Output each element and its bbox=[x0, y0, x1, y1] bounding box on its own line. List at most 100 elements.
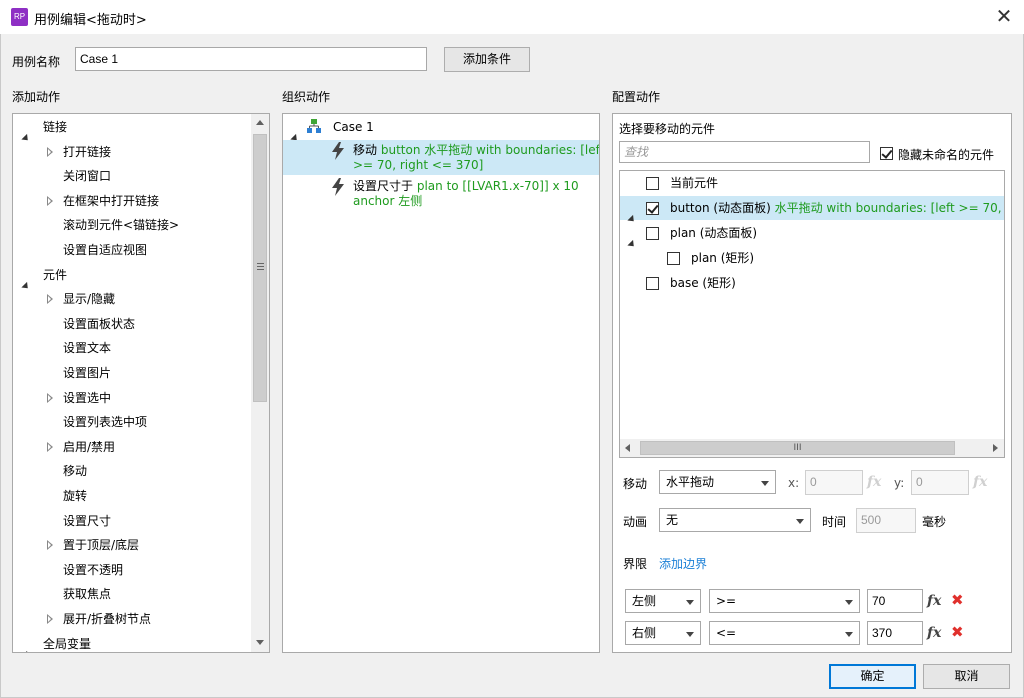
organize-actions-panel: Case 1 移动 button 水平拖动 with boundaries: [… bbox=[282, 113, 600, 653]
add-action-item[interactable]: 展开/折叠树节点 bbox=[13, 607, 249, 631]
delete-bound-icon[interactable]: ✖ bbox=[951, 591, 964, 609]
widget-row-selected[interactable]: button (动态面板) 水平拖动 with boundaries: [lef… bbox=[620, 196, 1004, 225]
add-action-item[interactable]: 获取焦点 bbox=[13, 582, 249, 606]
bound-side-select[interactable]: 右侧 bbox=[625, 621, 701, 645]
add-action-item[interactable]: 滚动到元件<锚链接> bbox=[13, 213, 249, 237]
bound-side-select[interactable]: 左侧 bbox=[625, 589, 701, 613]
time-input[interactable]: 500 bbox=[856, 508, 916, 533]
widget-name: plan (矩形) bbox=[691, 251, 755, 265]
x-input[interactable]: 0 bbox=[805, 470, 863, 495]
widget-row[interactable]: base (矩形) bbox=[620, 271, 1004, 295]
add-action-item[interactable]: 全局变量 bbox=[13, 632, 249, 652]
add-action-item[interactable]: 旋转 bbox=[13, 484, 249, 508]
bound-fx-button[interactable]: fx bbox=[927, 593, 941, 609]
scroll-right-icon[interactable] bbox=[993, 444, 998, 452]
widget-row[interactable]: 当前元件 bbox=[620, 171, 1004, 195]
collapsed-triangle-icon[interactable] bbox=[47, 540, 53, 551]
add-action-item[interactable]: 设置尺寸 bbox=[13, 509, 249, 533]
chevron-down-icon bbox=[845, 632, 853, 637]
chevron-down-icon bbox=[686, 600, 694, 605]
add-action-item[interactable]: 链接 bbox=[13, 115, 249, 144]
add-action-item[interactable]: 关闭窗口 bbox=[13, 164, 249, 188]
add-action-item[interactable]: 设置列表选中项 bbox=[13, 410, 249, 434]
add-action-item[interactable]: 打开链接 bbox=[13, 140, 249, 164]
add-action-item[interactable]: 设置文本 bbox=[13, 336, 249, 360]
animation-select[interactable]: 无 bbox=[659, 508, 811, 532]
scroll-thumb[interactable] bbox=[253, 134, 267, 402]
chevron-down-icon bbox=[686, 632, 694, 637]
animation-label: 动画 bbox=[623, 515, 648, 529]
bound-value-input[interactable]: 370 bbox=[867, 621, 923, 645]
collapsed-triangle-icon[interactable] bbox=[47, 614, 53, 624]
add-actions-panel: 链接 打开链接关闭窗口在框架中打开链接滚动到元件<锚链接> 设置自适应视图元件 显示/… bbox=[12, 113, 270, 653]
widget-checkbox[interactable] bbox=[667, 252, 680, 265]
lightning-icon bbox=[332, 142, 344, 160]
widget-row[interactable]: plan (动态面板) bbox=[620, 221, 1004, 250]
widget-search-input[interactable]: 查找 bbox=[619, 141, 870, 163]
scroll-down-icon[interactable] bbox=[256, 640, 264, 645]
y-input[interactable]: 0 bbox=[911, 470, 969, 495]
collapsed-triangle-icon[interactable] bbox=[47, 294, 53, 305]
action-detail-cont: anchor 左侧 bbox=[353, 194, 423, 208]
scroll-up-icon[interactable] bbox=[256, 120, 264, 125]
add-action-item[interactable]: 在框架中打开链接 bbox=[13, 189, 249, 213]
widget-name: button (动态面板) bbox=[670, 201, 771, 215]
case-name-input[interactable]: Case 1 bbox=[75, 47, 427, 71]
action-item-move[interactable]: 移动 button 水平拖动 with boundaries: [left >=… bbox=[283, 140, 599, 175]
add-action-item[interactable]: 设置选中 bbox=[13, 386, 249, 410]
collapsed-triangle-icon[interactable] bbox=[47, 441, 53, 452]
hscroll-thumb[interactable]: III bbox=[640, 441, 955, 455]
add-action-item[interactable]: 移动 bbox=[13, 459, 249, 483]
case-node[interactable]: Case 1 bbox=[283, 115, 599, 144]
add-action-item[interactable]: 设置图片 bbox=[13, 361, 249, 385]
add-action-item[interactable]: 元件 bbox=[13, 263, 249, 291]
bound-operator-select[interactable]: >= bbox=[709, 589, 860, 613]
expand-triangle-icon[interactable] bbox=[21, 642, 31, 652]
widget-checkbox[interactable] bbox=[646, 202, 659, 215]
chevron-down-icon bbox=[796, 519, 804, 524]
add-action-label: 滚动到元件<锚链接> bbox=[63, 218, 180, 233]
add-action-label: 旋转 bbox=[63, 489, 88, 503]
add-actions-scrollbar[interactable] bbox=[251, 114, 269, 652]
widget-checkbox[interactable] bbox=[646, 277, 659, 290]
hide-unnamed-checkbox[interactable] bbox=[880, 147, 893, 160]
collapsed-triangle-icon[interactable] bbox=[47, 392, 53, 403]
case-name-label: 用例名称 bbox=[12, 55, 61, 69]
move-type-select[interactable]: 水平拖动 bbox=[659, 470, 776, 494]
y-fx-button[interactable]: fx bbox=[973, 474, 987, 490]
widget-row[interactable]: plan (矩形) bbox=[620, 246, 1004, 270]
add-condition-button[interactable]: 添加条件 bbox=[444, 47, 530, 72]
add-bound-link[interactable]: 添加边界 bbox=[659, 555, 707, 572]
organize-actions-header: 组织动作 bbox=[282, 90, 331, 104]
widget-name: base (矩形) bbox=[670, 276, 736, 290]
action-item-resize[interactable]: 设置尺寸于 plan to [[LVAR1.x-70]] x 10 anchor… bbox=[283, 176, 599, 211]
add-action-label: 设置自适应视图 bbox=[63, 243, 148, 257]
title-bar[interactable] bbox=[0, 0, 1024, 34]
collapsed-triangle-icon[interactable] bbox=[47, 146, 53, 157]
widget-checkbox[interactable] bbox=[646, 177, 659, 190]
cancel-button[interactable]: 取消 bbox=[923, 664, 1010, 689]
close-icon[interactable]: ✕ bbox=[993, 5, 1015, 27]
bound-fx-button[interactable]: fx bbox=[927, 625, 941, 641]
add-action-label: 在框架中打开链接 bbox=[63, 193, 160, 208]
collapsed-triangle-icon[interactable] bbox=[47, 195, 53, 206]
ok-button[interactable]: 确定 bbox=[829, 664, 916, 689]
bound-value-input[interactable]: 70 bbox=[867, 589, 923, 613]
bound-operator-value: <= bbox=[716, 626, 737, 640]
window-title: 用例编辑<拖动时> bbox=[34, 13, 147, 28]
scroll-left-icon[interactable] bbox=[625, 444, 630, 452]
x-fx-button[interactable]: fx bbox=[867, 474, 881, 490]
delete-bound-icon[interactable]: ✖ bbox=[951, 623, 964, 641]
add-action-item[interactable]: 设置不透明 bbox=[13, 558, 249, 582]
move-label: 移动 bbox=[623, 477, 648, 491]
add-action-label: 打开链接 bbox=[63, 144, 112, 159]
add-action-item[interactable]: 设置自适应视图 bbox=[13, 238, 249, 262]
add-action-item[interactable]: 显示/隐藏 bbox=[13, 287, 249, 311]
add-action-item[interactable]: 设置面板状态 bbox=[13, 312, 249, 336]
add-action-item[interactable]: 启用/禁用 bbox=[13, 435, 249, 459]
widget-list-hscrollbar[interactable]: III bbox=[620, 439, 1004, 457]
add-action-item[interactable]: 置于顶层/底层 bbox=[13, 533, 249, 557]
widget-checkbox[interactable] bbox=[646, 227, 659, 240]
bound-operator-select[interactable]: <= bbox=[709, 621, 860, 645]
add-action-label: 设置图片 bbox=[63, 366, 112, 380]
